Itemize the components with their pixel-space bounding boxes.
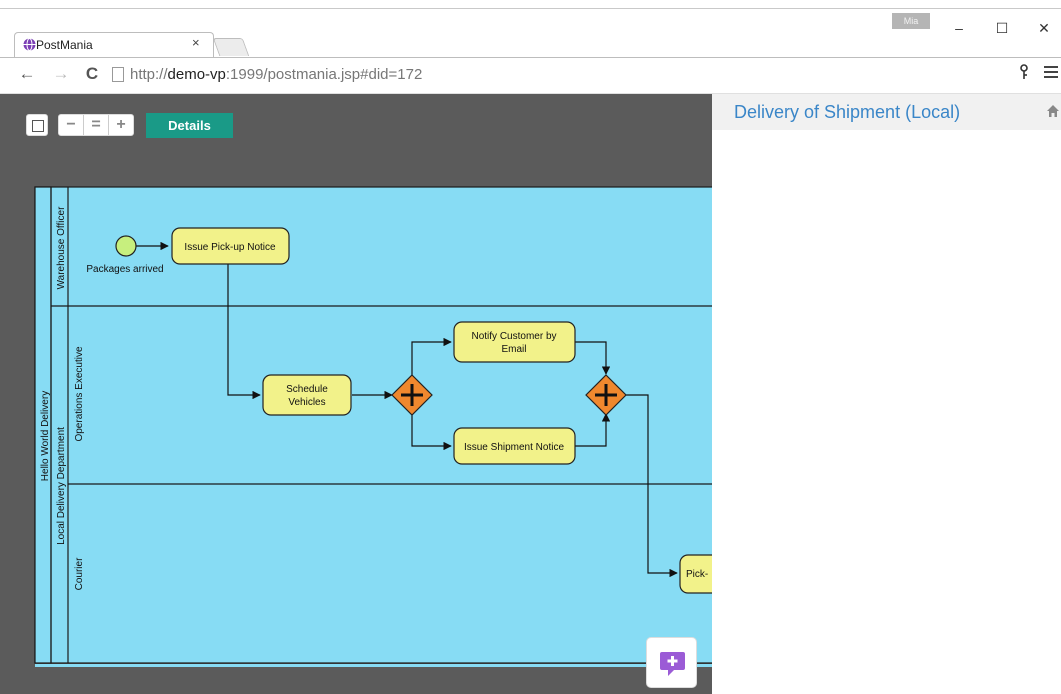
add-comment-button[interactable] <box>646 637 697 688</box>
lane-label-warehouse: Warehouse Officer <box>56 206 67 289</box>
details-panel: Delivery of Shipment (Local) <box>712 94 1061 694</box>
forward-icon[interactable]: → <box>51 64 71 84</box>
tab-title: PostMania <box>36 38 93 52</box>
chat-plus-icon <box>660 652 685 676</box>
maximize-icon[interactable]: ☐ <box>992 18 1012 38</box>
task-label: Notify Customer by <box>471 331 556 342</box>
lane-label-department: Local Delivery Department <box>56 427 67 545</box>
diagram-canvas[interactable]: − = + Details Hello World Delivery Wareh… <box>0 94 712 694</box>
details-button[interactable]: Details <box>146 113 233 138</box>
browser-title-bar: Mia – ☐ ✕ PostMania × <box>0 0 1061 60</box>
user-badge[interactable]: Mia <box>892 13 930 29</box>
reload-icon[interactable]: C <box>82 64 102 84</box>
panel-title[interactable]: Delivery of Shipment (Local) <box>734 102 960 123</box>
start-event[interactable] <box>115 235 137 257</box>
task-label: Schedule <box>286 384 328 395</box>
task-label: Pick- <box>686 569 708 580</box>
lane-label-operations: Operations Executive <box>74 346 85 441</box>
minimize-icon[interactable]: – <box>949 18 969 38</box>
zoom-controls: − = + <box>58 114 134 136</box>
task-label: Vehicles <box>288 397 325 408</box>
back-icon[interactable]: ← <box>17 64 37 84</box>
task-schedule-vehicles[interactable] <box>262 374 352 416</box>
zoom-in-button[interactable]: + <box>109 115 133 135</box>
task-label: Issue Pick-up Notice <box>184 242 276 253</box>
fit-to-screen-button[interactable] <box>26 114 48 136</box>
key-icon[interactable] <box>1019 64 1029 80</box>
tab-close-icon[interactable]: × <box>192 35 200 50</box>
start-event-label: Packages arrived <box>86 264 163 275</box>
new-tab-button[interactable] <box>212 38 250 56</box>
zoom-reset-button[interactable]: = <box>84 115 109 135</box>
url-path: :1999/postmania.jsp#did=172 <box>225 66 423 83</box>
pool <box>34 186 712 664</box>
hamburger-icon[interactable] <box>1044 66 1058 81</box>
zoom-out-button[interactable]: − <box>59 115 84 135</box>
close-window-icon[interactable]: ✕ <box>1034 18 1054 38</box>
lane-label-courier: Courier <box>74 557 85 590</box>
task-label: Issue Shipment Notice <box>464 442 564 453</box>
address-bar[interactable]: http://demo-vp:1999/postmania.jsp#did=17… <box>130 66 422 83</box>
task-label: Email <box>501 344 526 355</box>
bpmn-diagram: Hello World Delivery Warehouse Officer L… <box>34 186 712 667</box>
url-scheme: http:// <box>130 66 168 83</box>
panel-header: Delivery of Shipment (Local) <box>712 94 1061 130</box>
top-rule <box>0 8 1061 9</box>
home-icon[interactable] <box>1046 104 1060 118</box>
page-icon <box>112 67 124 82</box>
pool-label: Hello World Delivery <box>40 391 51 481</box>
url-host: demo-vp <box>167 66 226 83</box>
task-notify-customer[interactable] <box>453 321 576 363</box>
globe-icon <box>23 38 36 51</box>
